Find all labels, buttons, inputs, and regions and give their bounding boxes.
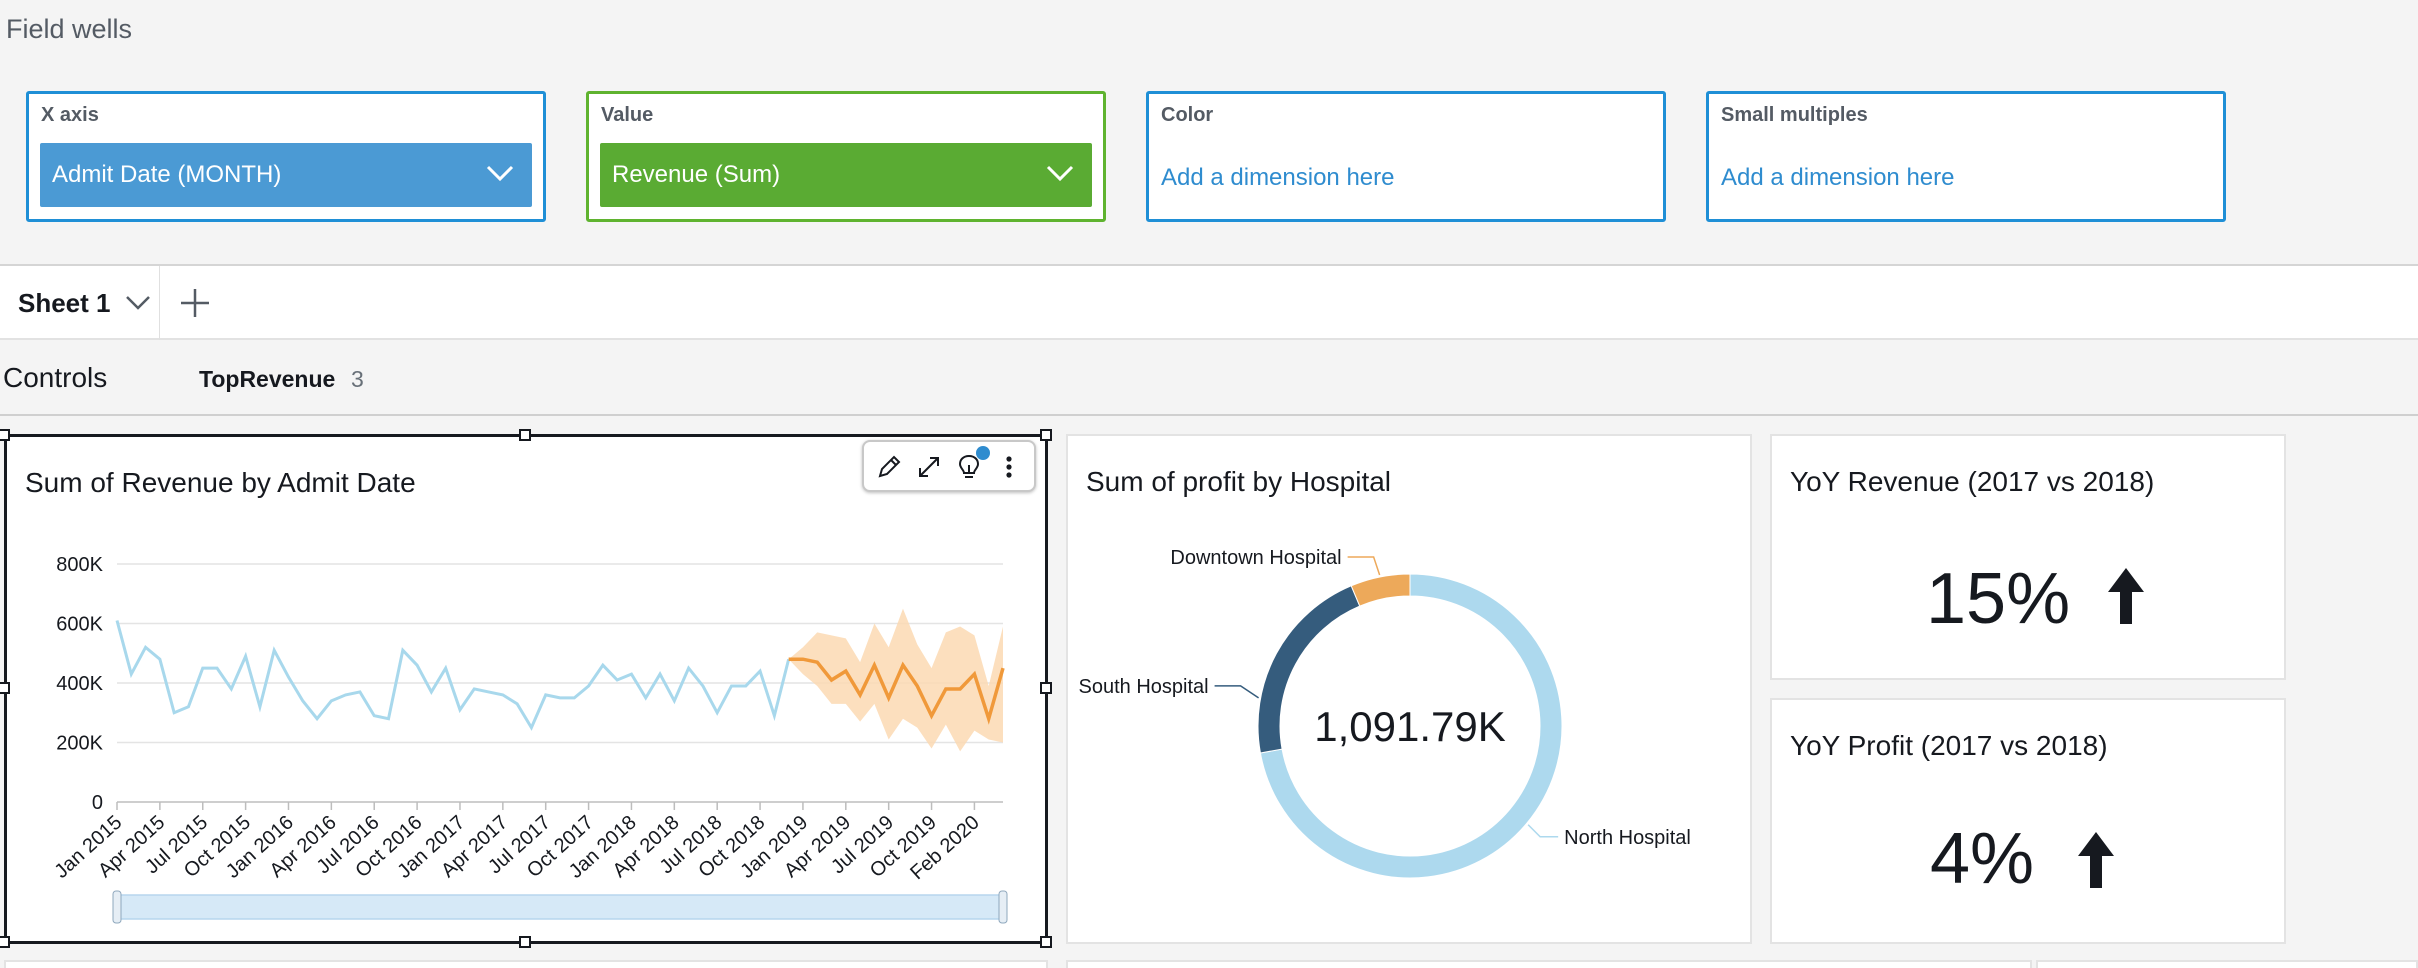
- range-slider-handle-right: [998, 890, 1008, 924]
- control-top-revenue-value: 3: [351, 366, 364, 392]
- value-well-label: Value: [601, 104, 654, 126]
- small-multiples-well[interactable]: Small multiples Add a dimension here: [1706, 91, 2226, 222]
- profit-donut-chart: 1,091.79K North Hospital South Hospital Dow…: [1079, 547, 1691, 879]
- small-multiples-well-label: Small multiples: [1721, 104, 1868, 126]
- leader-line: [1214, 685, 1260, 699]
- y-tick-label: 400K: [56, 673, 103, 695]
- visual-title: YoY Profit (2017 vs 2018): [1790, 730, 2108, 761]
- visual-menu: [862, 440, 1036, 492]
- kpi-revenue-visual[interactable]: YoY Revenue (2017 vs 2018) 15%: [1770, 434, 2286, 680]
- x-axis-field-pill[interactable]: Admit Date (MONTH): [40, 143, 532, 207]
- field-wells-title: Field wells: [6, 14, 133, 44]
- y-tick-label: 800K: [56, 554, 103, 576]
- color-add-dimension-link[interactable]: Add a dimension here: [1161, 164, 1394, 192]
- donut-slice-downtown-hospital: [1350, 573, 1411, 607]
- visual-card-partial[interactable]: [2036, 960, 2418, 968]
- donut-label-south: South Hospital: [1079, 676, 1209, 698]
- range-slider-handle-left: [112, 890, 122, 924]
- pencil-icon[interactable]: [874, 452, 904, 482]
- small-multiples-add-dimension-link[interactable]: Add a dimension here: [1721, 164, 1954, 192]
- revenue-line-chart-visual[interactable]: Sum of Revenue by Admit Date 800K 600K 400…: [4, 434, 1048, 944]
- insight-notification-badge: [976, 446, 990, 460]
- chevron-down-icon[interactable]: [125, 294, 151, 312]
- controls-bar: Controls TopRevenue 3: [0, 340, 2418, 416]
- controls-label[interactable]: Controls: [3, 362, 107, 394]
- color-well[interactable]: Color Add a dimension here: [1146, 91, 1666, 222]
- y-tick-label: 0: [92, 792, 103, 814]
- resize-handle[interactable]: [519, 936, 531, 948]
- sheet-tab-bar: Sheet 1: [0, 264, 2418, 340]
- kpi-value: 15%: [1926, 559, 2071, 639]
- actual-series-line: [115, 620, 791, 731]
- x-axis-well-label: X axis: [41, 104, 99, 126]
- tab-sheet-1[interactable]: Sheet 1: [0, 266, 160, 340]
- value-well[interactable]: Value Revenue (Sum): [586, 91, 1106, 222]
- color-well-label: Color: [1161, 104, 1214, 126]
- resize-handle[interactable]: [1040, 936, 1052, 948]
- resize-handle[interactable]: [1040, 429, 1052, 441]
- chevron-down-icon[interactable]: [1046, 163, 1074, 183]
- y-tick-label: 600K: [56, 614, 103, 636]
- visual-title: YoY Revenue (2017 vs 2018): [1790, 466, 2155, 497]
- resize-handle[interactable]: [0, 429, 10, 441]
- value-field-label: Revenue (Sum): [612, 161, 781, 188]
- revenue-line-chart: 800K600K400K200K0Jan 2015Apr 2015Jul 201…: [50, 554, 1008, 924]
- donut-label-downtown: Downtown Hospital: [1170, 547, 1341, 569]
- x-axis-well[interactable]: X axis Admit Date (MONTH): [26, 91, 546, 222]
- donut-center-value: 1,091.79K: [1314, 703, 1506, 750]
- value-field-pill[interactable]: Revenue (Sum): [600, 143, 1092, 207]
- resize-handle[interactable]: [519, 429, 531, 441]
- tab-sheet-1-label: Sheet 1: [18, 287, 111, 318]
- resize-handle[interactable]: [0, 936, 10, 948]
- kpi-profit-visual[interactable]: YoY Profit (2017 vs 2018) 4%: [1770, 698, 2286, 944]
- visual-card-partial[interactable]: [4, 960, 1048, 968]
- add-sheet-icon[interactable]: [178, 286, 212, 320]
- range-slider[interactable]: [112, 890, 1008, 924]
- profit-donut-chart-visual[interactable]: Sum of profit by Hospital 1,091.79K North…: [1066, 434, 1752, 944]
- more-vertical-icon[interactable]: [994, 452, 1024, 482]
- range-slider-track: [116, 894, 1004, 920]
- arrow-up-icon: [2108, 568, 2144, 624]
- visual-card-partial[interactable]: [1066, 960, 2032, 968]
- arrow-up-icon: [2078, 832, 2114, 888]
- control-top-revenue[interactable]: TopRevenue: [199, 366, 335, 393]
- x-axis-field-label: Admit Date (MONTH): [52, 161, 282, 188]
- y-tick-label: 200K: [56, 733, 103, 755]
- kpi-value: 4%: [1930, 819, 2035, 899]
- expand-icon[interactable]: [914, 452, 944, 482]
- resize-handle[interactable]: [0, 682, 10, 694]
- leader-line: [1527, 824, 1559, 838]
- donut-label-north: North Hospital: [1564, 827, 1691, 849]
- resize-handle[interactable]: [1040, 682, 1052, 694]
- chevron-down-icon[interactable]: [486, 163, 514, 183]
- leader-line: [1347, 556, 1381, 576]
